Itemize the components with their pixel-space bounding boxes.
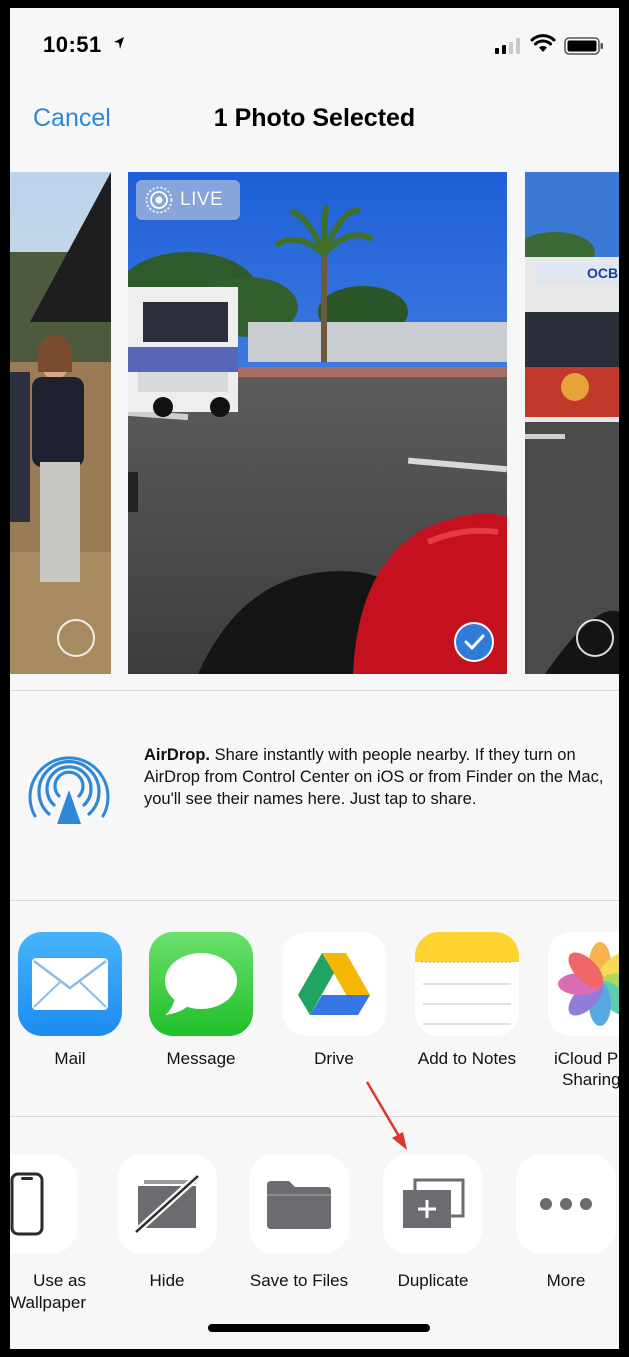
- photo-thumbnail-left[interactable]: [10, 172, 111, 674]
- photos-icon: [548, 932, 619, 1036]
- action-label: Save to Files: [249, 1271, 349, 1290]
- selected-checkmark-icon[interactable]: [454, 622, 494, 662]
- app-label: Mail: [54, 1049, 86, 1068]
- hide-icon: [117, 1154, 217, 1254]
- notes-icon: [415, 932, 519, 1036]
- photo-thumbnail-selected[interactable]: LIVE: [128, 172, 507, 674]
- battery-icon: [564, 37, 603, 55]
- photo-thumbnail-right[interactable]: OCBUS: [525, 172, 619, 674]
- app-icloud-photo-sharing[interactable]: iCloud Ph Sharing: [540, 932, 619, 1090]
- mail-icon: [18, 932, 122, 1036]
- action-more[interactable]: More: [501, 1154, 619, 1292]
- status-time: 10:51: [43, 32, 102, 57]
- divider: [10, 690, 619, 691]
- action-label: More: [546, 1271, 586, 1290]
- share-apps-row[interactable]: Mail Message Drive Add to Notes iCloud P…: [10, 916, 619, 1116]
- photo-bus-side-image: OCBUS: [525, 172, 619, 674]
- airdrop-icon[interactable]: [24, 738, 114, 828]
- live-photo-icon: [145, 186, 173, 214]
- live-photo-badge: LIVE: [136, 180, 240, 220]
- status-bar: 10:51: [10, 8, 619, 88]
- divider: [10, 1116, 619, 1117]
- app-mail[interactable]: Mail: [10, 932, 130, 1069]
- photo-strip[interactable]: LIVE OCBUS: [10, 170, 619, 682]
- photo-people-image: [10, 172, 111, 674]
- navigation-bar: 1 Photo Selected Cancel: [10, 88, 619, 170]
- wifi-icon: [530, 34, 556, 52]
- more-icon: [516, 1154, 616, 1254]
- action-duplicate[interactable]: Duplicate: [368, 1154, 498, 1292]
- location-arrow-icon: [114, 37, 124, 49]
- drive-icon: [282, 932, 386, 1036]
- app-label: Message: [166, 1049, 236, 1068]
- airdrop-title: AirDrop.: [144, 746, 210, 764]
- action-use-as-wallpaper[interactable]: Use as Wallpaper: [10, 1154, 92, 1314]
- photo-bus-image: [128, 172, 507, 674]
- duplicate-icon: [383, 1154, 483, 1254]
- phone-icon: [10, 1154, 77, 1254]
- svg-text:OCBUS: OCBUS: [587, 265, 619, 281]
- share-sheet-screen: 10:51 1 Photo Selected Cancel LIVE OCB A…: [10, 8, 619, 1349]
- share-actions-row[interactable]: Use as Wallpaper Hide Save to Files Dupl…: [10, 1132, 619, 1332]
- app-label: Add to Notes: [417, 1049, 517, 1068]
- action-label: Duplicate: [397, 1271, 469, 1290]
- app-label-line-2: Sharing: [562, 1070, 619, 1089]
- app-add-to-notes[interactable]: Add to Notes: [407, 932, 527, 1069]
- airdrop-description: AirDrop. Share instantly with people nea…: [144, 744, 604, 810]
- action-label: Hide: [149, 1271, 185, 1290]
- live-label: LIVE: [180, 189, 224, 210]
- action-save-to-files[interactable]: Save to Files: [234, 1154, 364, 1292]
- home-indicator[interactable]: [208, 1324, 430, 1332]
- cellular-signal-icon: [495, 38, 520, 54]
- app-label: iCloud Ph Sharing: [540, 1048, 619, 1090]
- action-hide[interactable]: Hide: [102, 1154, 232, 1292]
- app-label: Drive: [314, 1049, 354, 1068]
- message-icon: [149, 932, 253, 1036]
- action-label-line-2: Wallpaper: [10, 1293, 86, 1312]
- app-label-line-1: iCloud Ph: [554, 1049, 619, 1068]
- app-drive[interactable]: Drive: [274, 932, 394, 1069]
- airdrop-section: AirDrop. Share instantly with people nea…: [10, 698, 619, 906]
- app-message[interactable]: Message: [141, 932, 261, 1069]
- divider: [10, 900, 619, 901]
- folder-icon: [249, 1154, 349, 1254]
- airdrop-body: Share instantly with people nearby. If t…: [144, 746, 604, 808]
- action-label: Use as Wallpaper: [10, 1270, 92, 1314]
- action-label-line-1: Use as: [33, 1271, 86, 1290]
- cancel-button[interactable]: Cancel: [33, 104, 111, 133]
